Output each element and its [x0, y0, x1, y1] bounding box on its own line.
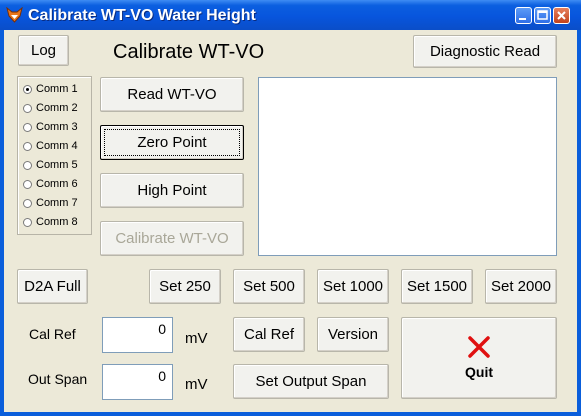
- comm-2-label: Comm 2: [36, 102, 78, 114]
- comm-3-label: Comm 3: [36, 121, 78, 133]
- app-window: Calibrate WT-VO Water Height Log Calibra…: [0, 0, 581, 416]
- maximize-icon: [537, 10, 548, 20]
- comm-5-label: Comm 5: [36, 159, 78, 171]
- set-500-button[interactable]: Set 500: [233, 269, 305, 304]
- comm-3-radio[interactable]: Comm 3: [23, 119, 78, 135]
- comm-7-radio[interactable]: Comm 7: [23, 195, 78, 211]
- high-point-button[interactable]: High Point: [100, 173, 244, 208]
- dialog-body: Log Calibrate WT-VO Diagnostic Read Comm…: [4, 30, 577, 412]
- set-250-button[interactable]: Set 250: [149, 269, 221, 304]
- minimize-button[interactable]: [515, 7, 532, 24]
- radio-icon: [23, 141, 32, 151]
- quit-label: Quit: [465, 364, 493, 380]
- close-icon: [557, 11, 566, 20]
- radio-icon: [23, 198, 32, 208]
- minimize-icon: [519, 18, 526, 20]
- comm-port-group: Comm 1 Comm 2 Comm 3 Comm 4 Comm 5 Comm …: [17, 76, 92, 235]
- radio-checked-icon: [23, 84, 32, 94]
- comm-7-label: Comm 7: [36, 197, 78, 209]
- fox-app-icon: [6, 7, 23, 23]
- comm-1-label: Comm 1: [36, 83, 78, 95]
- radio-icon: [23, 122, 32, 132]
- comm-5-radio[interactable]: Comm 5: [23, 157, 78, 173]
- set-2000-button[interactable]: Set 2000: [485, 269, 557, 304]
- cal-ref-label: Cal Ref: [29, 326, 76, 342]
- comm-6-label: Comm 6: [36, 178, 78, 190]
- d2a-full-button[interactable]: D2A Full: [17, 269, 88, 304]
- comm-8-label: Comm 8: [36, 216, 78, 228]
- zero-point-button[interactable]: Zero Point: [100, 125, 244, 160]
- title-bar[interactable]: Calibrate WT-VO Water Height: [0, 0, 581, 30]
- out-span-label: Out Span: [28, 371, 88, 387]
- read-wt-vo-button[interactable]: Read WT-VO: [100, 77, 244, 112]
- cal-ref-button[interactable]: Cal Ref: [233, 317, 305, 352]
- set-output-span-button[interactable]: Set Output Span: [233, 364, 389, 399]
- out-span-unit: mV: [185, 376, 208, 393]
- red-x-icon: [468, 336, 490, 358]
- cal-ref-input[interactable]: 0: [102, 317, 173, 353]
- radio-icon: [23, 103, 32, 113]
- log-button[interactable]: Log: [18, 35, 69, 66]
- comm-2-radio[interactable]: Comm 2: [23, 100, 78, 116]
- set-1500-button[interactable]: Set 1500: [401, 269, 473, 304]
- comm-4-radio[interactable]: Comm 4: [23, 138, 78, 154]
- radio-icon: [23, 217, 32, 227]
- radio-icon: [23, 160, 32, 170]
- comm-1-radio[interactable]: Comm 1: [23, 81, 78, 97]
- set-1000-button[interactable]: Set 1000: [317, 269, 389, 304]
- comm-6-radio[interactable]: Comm 6: [23, 176, 78, 192]
- comm-8-radio[interactable]: Comm 8: [23, 214, 78, 230]
- diagnostic-read-button[interactable]: Diagnostic Read: [413, 35, 557, 68]
- cal-ref-unit: mV: [185, 330, 208, 347]
- calibrate-wt-vo-button[interactable]: Calibrate WT-VO: [100, 221, 244, 256]
- close-button[interactable]: [553, 7, 570, 24]
- version-button[interactable]: Version: [317, 317, 389, 352]
- quit-button[interactable]: Quit: [401, 317, 557, 399]
- output-log-area[interactable]: [258, 77, 557, 256]
- radio-icon: [23, 179, 32, 189]
- maximize-button[interactable]: [534, 7, 551, 24]
- out-span-input[interactable]: 0: [102, 364, 173, 400]
- page-title: Calibrate WT-VO: [113, 41, 265, 63]
- comm-4-label: Comm 4: [36, 140, 78, 152]
- window-title: Calibrate WT-VO Water Height: [28, 7, 256, 24]
